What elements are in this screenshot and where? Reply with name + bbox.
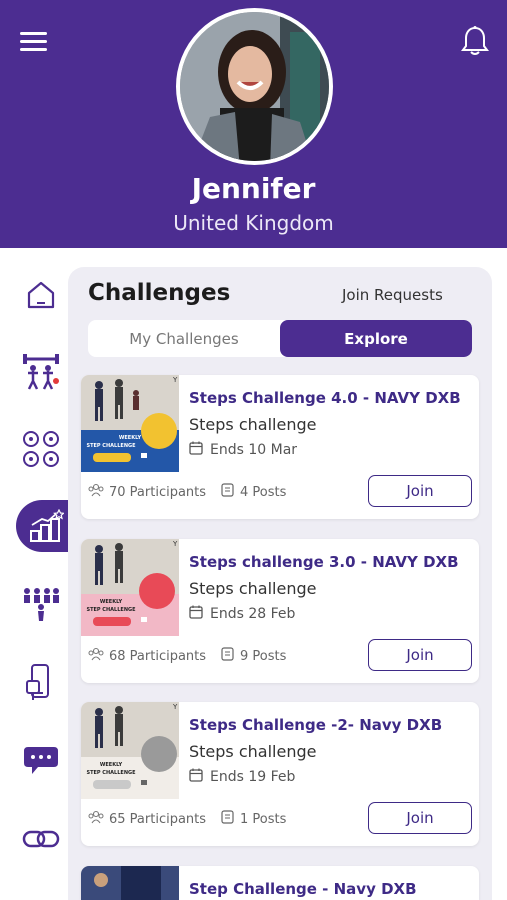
svg-text:WEEKLY: WEEKLY	[119, 435, 142, 441]
challenge-card[interactable]: WEEKLY STEP CHALLENGE Y Steps Challenge …	[81, 702, 479, 846]
svg-text:WEEKLY: WEEKLY	[100, 762, 123, 768]
chat-icon[interactable]	[14, 734, 68, 788]
participants-icon	[88, 810, 104, 828]
avatar[interactable]	[176, 8, 333, 165]
svg-text:STEP CHALLENGE: STEP CHALLENGE	[86, 607, 136, 613]
challenge-card[interactable]: Step Challenge - Navy DXB	[81, 866, 479, 900]
hamburger-icon[interactable]	[20, 32, 47, 51]
challenge-end-date: Ends 19 Feb	[189, 768, 295, 786]
participants-info: 70 Participants	[88, 483, 206, 501]
posts-icon	[221, 647, 234, 665]
svg-text:STEP CHALLENGE: STEP CHALLENGE	[86, 443, 136, 449]
challenge-thumbnail: WEEKLY STEP CHALLENGE Y	[81, 375, 179, 472]
svg-text:Y: Y	[172, 376, 178, 384]
challenge-title: Steps challenge 3.0 - NAVY DXB	[189, 553, 459, 571]
challenge-card[interactable]: WEEKLY STEP CHALLENGE Y Steps Challenge …	[81, 375, 479, 519]
device-icon[interactable]	[14, 656, 68, 710]
challenge-card[interactable]: WEEKLY STEP CHALLENGE Y Steps challenge …	[81, 539, 479, 683]
join-requests-link[interactable]: Join Requests	[342, 286, 443, 304]
challenge-end-date: Ends 10 Mar	[189, 441, 297, 459]
join-button[interactable]: Join	[368, 802, 472, 834]
calendar-icon	[189, 605, 203, 623]
tab-my-challenges[interactable]: My Challenges	[88, 320, 280, 357]
end-date-text: Ends 19 Feb	[210, 769, 296, 785]
participants-info: 68 Participants	[88, 647, 206, 665]
challenge-end-date: Ends 28 Feb	[189, 605, 295, 623]
join-button[interactable]: Join	[368, 639, 472, 671]
svg-text:WEEKLY: WEEKLY	[100, 599, 123, 605]
svg-text:STEP CHALLENGE: STEP CHALLENGE	[86, 770, 136, 776]
activities-icon[interactable]	[14, 422, 68, 476]
tab-explore[interactable]: Explore	[280, 320, 472, 357]
posts-count: 9 Posts	[240, 648, 287, 664]
participants-count: 68 Participants	[109, 648, 207, 664]
posts-icon	[221, 810, 234, 828]
challenges-icon[interactable]	[16, 500, 76, 552]
svg-text:Y: Y	[172, 540, 178, 548]
posts-count: 1 Posts	[240, 811, 287, 827]
posts-info: 1 Posts	[221, 810, 286, 828]
participants-count: 65 Participants	[109, 811, 207, 827]
challenge-subtitle: Steps challenge	[189, 415, 317, 434]
bell-icon[interactable]	[460, 25, 490, 57]
sidebar	[0, 248, 76, 900]
participants-icon	[88, 647, 104, 665]
challenge-thumbnail: WEEKLY STEP CHALLENGE Y	[81, 702, 179, 799]
challenge-title: Steps Challenge 4.0 - NAVY DXB	[189, 389, 461, 407]
posts-info: 9 Posts	[221, 647, 286, 665]
challenge-title: Step Challenge - Navy DXB	[189, 880, 417, 898]
user-name: Jennifer	[191, 172, 316, 205]
challenge-thumbnail: WEEKLY STEP CHALLENGE Y	[81, 539, 179, 636]
svg-text:Y: Y	[172, 703, 178, 711]
participants-info: 65 Participants	[88, 810, 206, 828]
challenge-title: Steps Challenge -2- Navy DXB	[189, 716, 443, 734]
fitness-icon[interactable]	[14, 344, 68, 398]
profile-header: Jennifer United Kingdom	[0, 0, 507, 248]
participants-icon	[88, 483, 104, 501]
end-date-text: Ends 10 Mar	[210, 442, 298, 458]
posts-icon	[221, 483, 234, 501]
join-button[interactable]: Join	[368, 475, 472, 507]
link-icon[interactable]	[14, 812, 68, 866]
participants-count: 70 Participants	[109, 484, 207, 500]
posts-info: 4 Posts	[221, 483, 286, 501]
calendar-icon	[189, 768, 203, 786]
user-country: United Kingdom	[173, 211, 334, 235]
calendar-icon	[189, 441, 203, 459]
end-date-text: Ends 28 Feb	[210, 606, 296, 622]
challenge-subtitle: Steps challenge	[189, 579, 317, 598]
home-icon[interactable]	[14, 268, 68, 322]
page-title: Challenges	[88, 280, 231, 306]
challenge-tabs: My Challenges Explore	[88, 320, 472, 357]
team-icon[interactable]	[14, 576, 68, 630]
challenge-subtitle: Steps challenge	[189, 742, 317, 761]
challenge-thumbnail	[81, 866, 179, 900]
posts-count: 4 Posts	[240, 484, 287, 500]
